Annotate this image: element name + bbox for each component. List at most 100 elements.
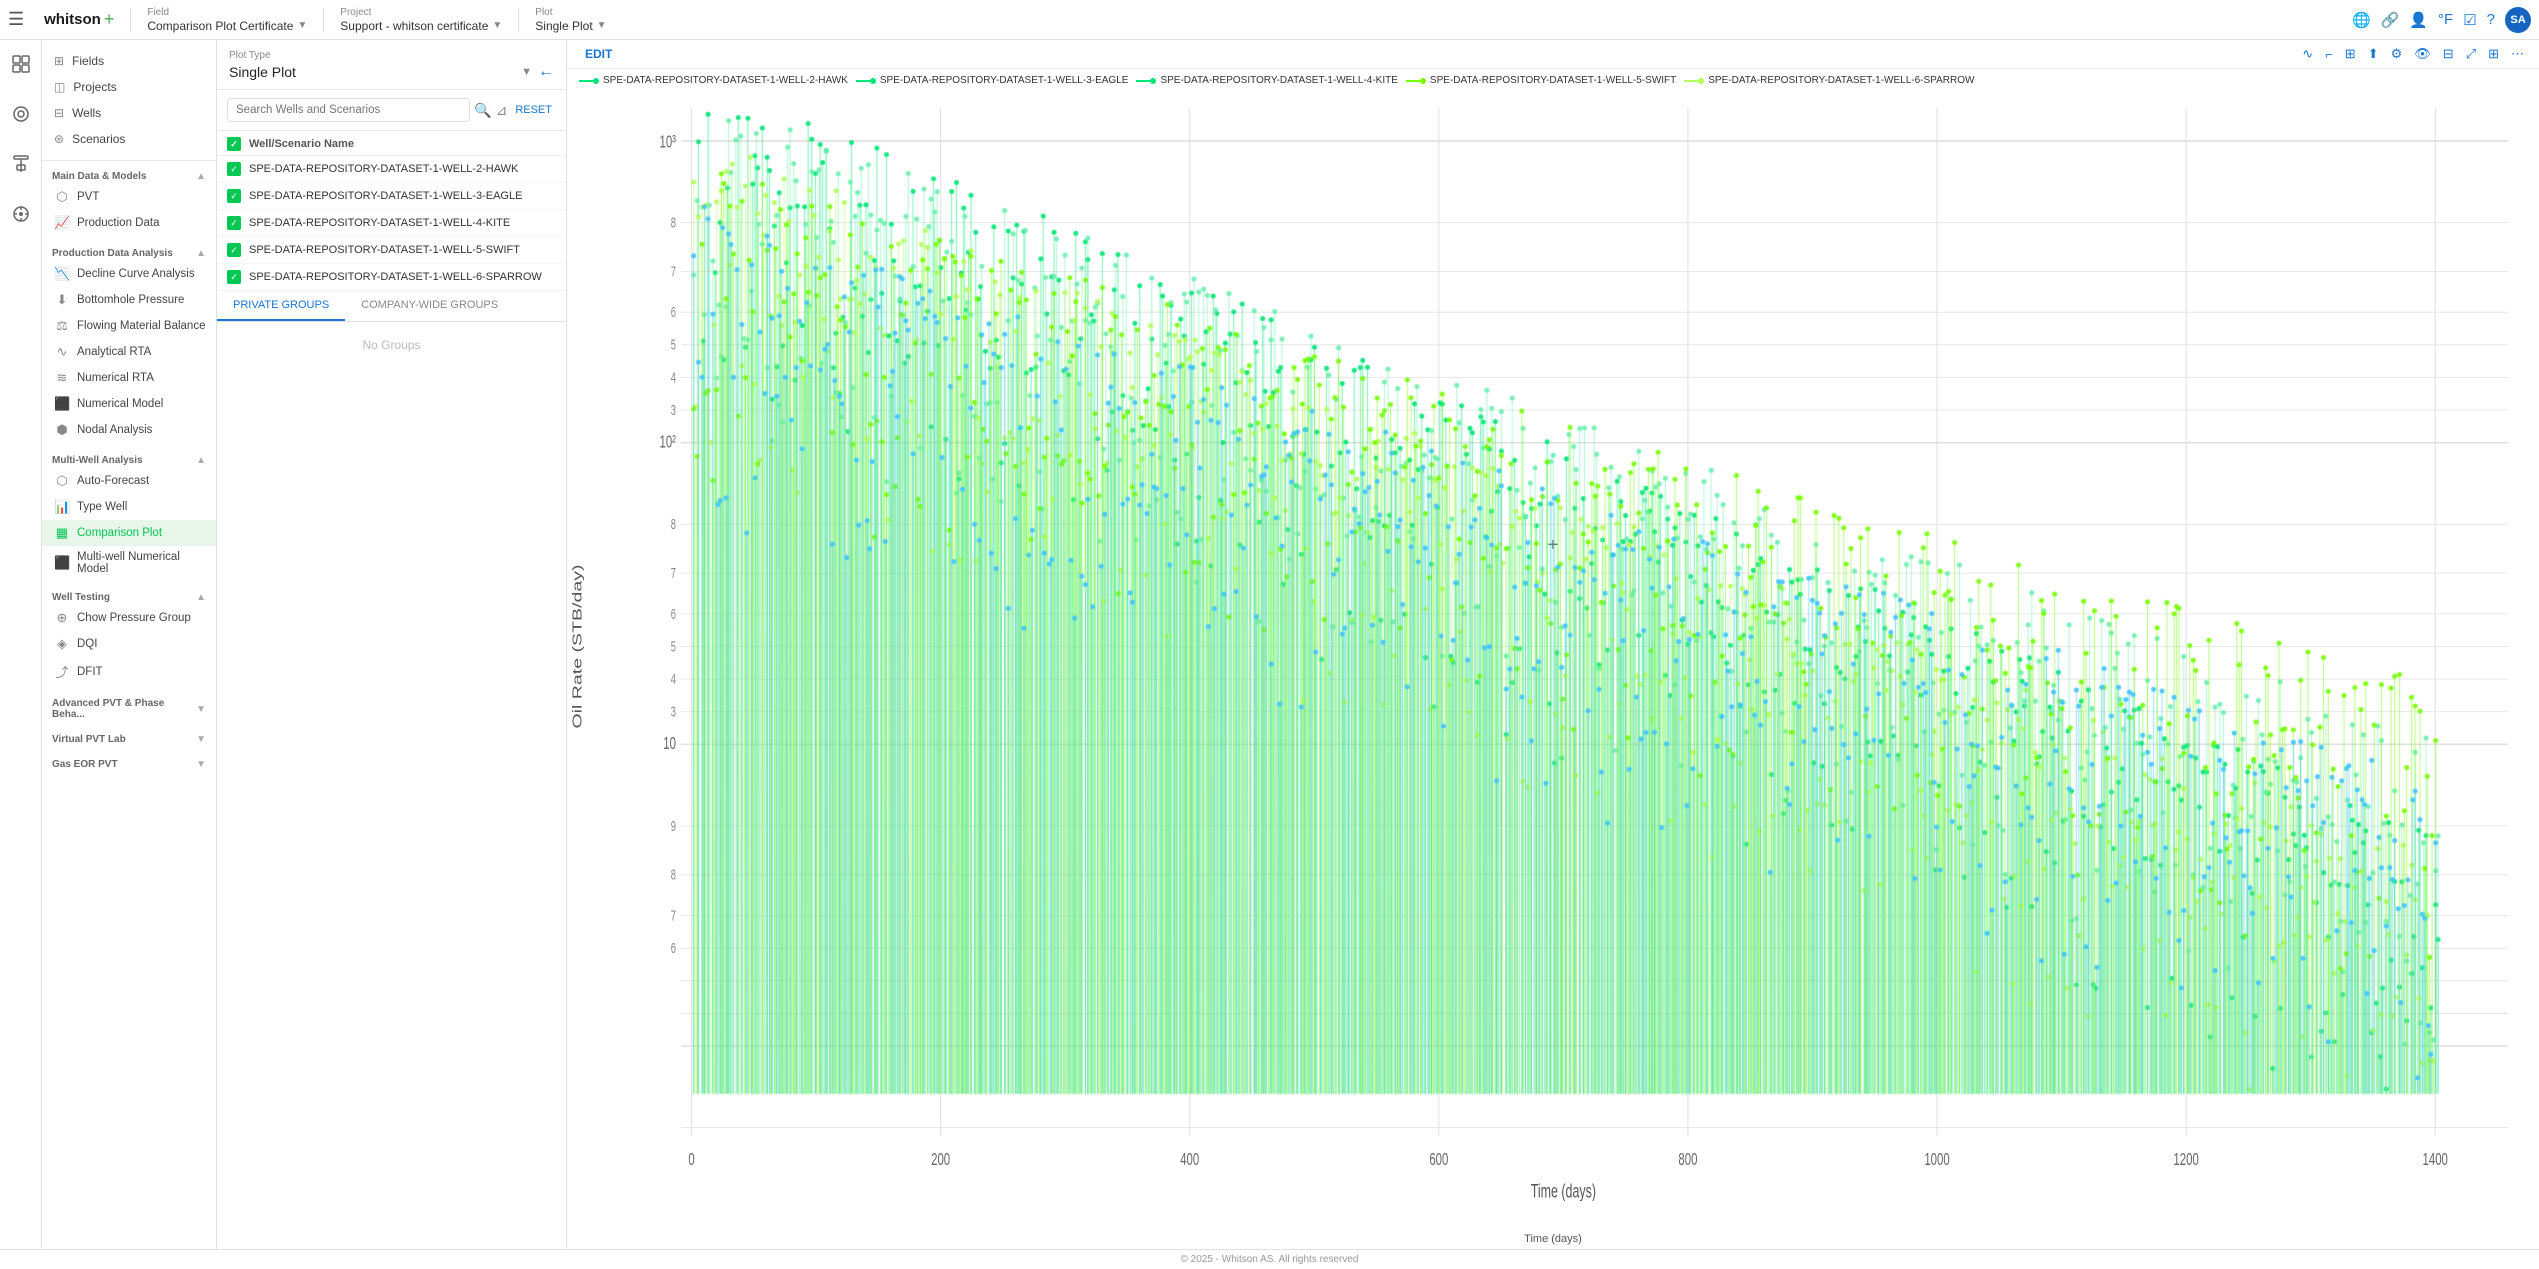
search-input[interactable] [227, 98, 470, 122]
menu-icon[interactable]: ☰ [8, 9, 24, 30]
sidebar-item-nodal-analysis[interactable]: ⬢ Nodal Analysis [42, 417, 216, 443]
section-advanced-pvt-header[interactable]: Advanced PVT & Phase Beha... ▼ [42, 694, 216, 722]
section-gas-eor-header[interactable]: Gas EOR PVT ▼ [42, 755, 216, 772]
sidebar-item-flowing-material[interactable]: ⚖ Flowing Material Balance [42, 313, 216, 339]
sidebar-item-fields[interactable]: ⊞ Fields [42, 48, 216, 74]
groups-tabs: PRIVATE GROUPS COMPANY-WIDE GROUPS [217, 291, 566, 322]
svg-text:8: 8 [671, 867, 676, 884]
field-chevron-icon: ▼ [297, 20, 307, 31]
section-well-testing-chevron: ▲ [196, 592, 206, 603]
fields-icon: ⊞ [54, 54, 64, 68]
chart-area: EDIT ∿ ⌐ ⊞ ⬆ ⚙ 👁 ⊟ ⤢ ⊞ ⋯ SPE-DATA-REPOSI… [567, 40, 2539, 1249]
temperature-icon[interactable]: °F [2438, 11, 2453, 28]
edit-button[interactable]: EDIT [579, 45, 618, 63]
legend-item-eagle: SPE-DATA-REPOSITORY-DATASET-1-WELL-3-EAG… [856, 75, 1129, 86]
layout-tool-icon[interactable]: ⊞ [2485, 44, 2502, 64]
well-list-header: Well/Scenario Name [217, 131, 566, 156]
sidebar-item-pvt[interactable]: ⬡ PVT [42, 184, 216, 210]
well-item-5[interactable]: SPE-DATA-REPOSITORY-DATASET-1-WELL-6-SPA… [217, 264, 566, 291]
well-1-checkbox[interactable] [227, 162, 241, 176]
chart-tools: ∿ ⌐ ⊞ ⬆ ⚙ 👁 ⊟ ⤢ ⊞ ⋯ [2299, 44, 2527, 64]
sidebar-item-scenarios[interactable]: ⊛ Scenarios [42, 126, 216, 152]
plot-type-arrows: ▼ ← [521, 63, 554, 81]
sidebar-item-decline-curve[interactable]: 📉 Decline Curve Analysis [42, 261, 216, 287]
sidebar-item-multi-well-numerical[interactable]: ⬛ Multi-well Numerical Model [42, 546, 216, 580]
divider2 [323, 8, 324, 32]
tab-company-groups[interactable]: COMPANY-WIDE GROUPS [345, 291, 514, 321]
sidebar-item-type-well[interactable]: 📊 Type Well [42, 494, 216, 520]
sidebar-item-comparison-plot[interactable]: ▦ Comparison Plot [42, 520, 216, 546]
angle-tool-icon[interactable]: ⌐ [2322, 45, 2336, 64]
sidebar-item-analytical-rta[interactable]: ∿ Analytical RTA [42, 339, 216, 365]
section-multi-well-header[interactable]: Multi-Well Analysis ▲ [42, 451, 216, 468]
section-virtual-pvt-header[interactable]: Virtual PVT Lab ▼ [42, 730, 216, 747]
select-all-checkbox[interactable] [227, 137, 241, 151]
plot-selector-group: Plot Single Plot ▼ [535, 7, 606, 33]
sidebar-item-chow-pressure[interactable]: ⊕ Chow Pressure Group [42, 605, 216, 631]
sidebar-item-wells[interactable]: ⊟ Wells [42, 100, 216, 126]
sidebar-item-projects[interactable]: ◫ Projects [42, 74, 216, 100]
section-main-data-header[interactable]: Main Data & Models ▲ [42, 167, 216, 184]
sidebar-icon-scenarios[interactable] [5, 198, 37, 230]
checkbox-icon[interactable]: ☑ [2463, 11, 2476, 29]
chart-svg[interactable]: 10³ 8 7 6 5 4 3 10² 8 7 6 5 4 3 10 9 8 7… [567, 92, 2539, 1201]
plot-selector[interactable]: Single Plot ▼ [535, 19, 606, 33]
well-4-checkbox[interactable] [227, 243, 241, 257]
user-icon[interactable]: 👤 [2409, 11, 2428, 29]
production-data-icon: 📈 [54, 215, 70, 231]
section-virtual-pvt-chevron: ▼ [196, 734, 206, 745]
reset-button[interactable]: RESET [511, 104, 556, 116]
sidebar-item-numerical-model[interactable]: ⬛ Numerical Model [42, 391, 216, 417]
well-item-1[interactable]: SPE-DATA-REPOSITORY-DATASET-1-WELL-2-HAW… [217, 156, 566, 183]
eye-tool-icon[interactable]: 👁 [2411, 44, 2434, 64]
sidebar-icon-wells[interactable] [5, 148, 37, 180]
table-tool-icon[interactable]: ⊞ [2342, 44, 2359, 64]
more-tool-icon[interactable]: ⋯ [2508, 44, 2527, 64]
plot-type-back-icon[interactable]: ← [538, 63, 554, 81]
curve-tool-icon[interactable]: ∿ [2299, 44, 2316, 64]
sidebar-item-auto-forecast[interactable]: ⬡ Auto-Forecast [42, 468, 216, 494]
link-icon[interactable]: 🔗 [2381, 11, 2400, 29]
sidebar-item-dqi[interactable]: ◈ DQI [42, 631, 216, 657]
tab-private-groups[interactable]: PRIVATE GROUPS [217, 291, 345, 321]
sidebar-icon-projects[interactable] [5, 98, 37, 130]
sidebar-icon-fields[interactable] [5, 48, 37, 80]
settings-tool-icon[interactable]: ⚙ [2388, 44, 2406, 64]
svg-text:7: 7 [671, 565, 676, 582]
grid-tool-icon[interactable]: ⊟ [2440, 44, 2457, 64]
well-2-name: SPE-DATA-REPOSITORY-DATASET-1-WELL-3-EAG… [249, 190, 522, 202]
svg-text:6: 6 [671, 304, 676, 321]
sidebar-item-production-data[interactable]: 📈 Production Data [42, 210, 216, 236]
multi-well-numerical-icon: ⬛ [54, 555, 70, 571]
project-label: Project [340, 7, 502, 18]
well-item-3[interactable]: SPE-DATA-REPOSITORY-DATASET-1-WELL-4-KIT… [217, 210, 566, 237]
well-item-2[interactable]: SPE-DATA-REPOSITORY-DATASET-1-WELL-3-EAG… [217, 183, 566, 210]
export-tool-icon[interactable]: ⬆ [2365, 44, 2382, 64]
plot-type-selector[interactable]: Single Plot ▼ ← [229, 63, 554, 81]
globe-icon[interactable]: 🌐 [2352, 11, 2371, 29]
footer: © 2025 - Whitson AS. All rights reserved [0, 1249, 2539, 1269]
dqi-label: DQI [77, 638, 97, 650]
scenarios-label: Scenarios [72, 132, 125, 146]
sidebar-item-numerical-rta[interactable]: ≋ Numerical RTA [42, 365, 216, 391]
section-well-testing-header[interactable]: Well Testing ▲ [42, 588, 216, 605]
field-selector[interactable]: Comparison Plot Certificate ▼ [147, 19, 307, 33]
sidebar-item-dfit[interactable]: ⤴ DFIT [42, 657, 216, 686]
filter-icon[interactable]: ⊿ [496, 102, 508, 119]
app-logo: whitson+ [44, 9, 114, 30]
well-5-checkbox[interactable] [227, 270, 241, 284]
well-item-4[interactable]: SPE-DATA-REPOSITORY-DATASET-1-WELL-5-SWI… [217, 237, 566, 264]
help-icon[interactable]: ? [2487, 11, 2495, 28]
chart-container[interactable]: + [567, 88, 2539, 1231]
sidebar-item-bottomhole[interactable]: ⬇ Bottomhole Pressure [42, 287, 216, 313]
search-icon[interactable]: 🔍 [474, 102, 491, 119]
well-3-checkbox[interactable] [227, 216, 241, 230]
project-selector[interactable]: Support - whitson certificate ▼ [340, 19, 502, 33]
avatar[interactable]: SA [2505, 7, 2531, 33]
plot-chevron-icon: ▼ [597, 20, 607, 31]
svg-text:Time (days): Time (days) [1531, 1181, 1596, 1201]
well-2-checkbox[interactable] [227, 189, 241, 203]
expand-tool-icon[interactable]: ⤢ [2463, 44, 2479, 64]
section-pda-header[interactable]: Production Data Analysis ▲ [42, 244, 216, 261]
section-main-data-chevron: ▲ [196, 171, 206, 182]
